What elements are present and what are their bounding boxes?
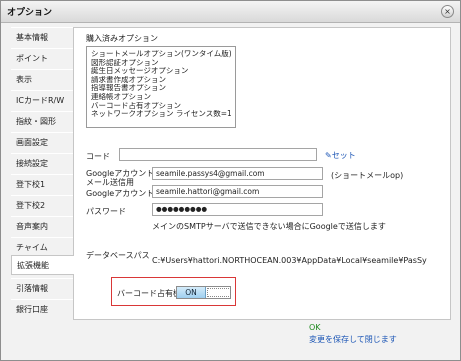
sidebar-item-basic-info[interactable]: 基本情報 xyxy=(11,27,73,47)
password-input[interactable]: ●●●●●●●●● xyxy=(152,203,323,216)
title-bar: オプション × xyxy=(1,1,460,23)
code-input[interactable] xyxy=(119,148,317,161)
edit-icon: ✎ xyxy=(325,151,332,160)
ok-button[interactable]: OK xyxy=(309,323,321,332)
set-button-label: セット xyxy=(331,151,356,160)
toggle-off-area[interactable] xyxy=(207,288,231,297)
sidebar-item-fingerprint[interactable]: 指紋・図形 xyxy=(11,111,73,131)
sidebar-item-points[interactable]: ポイント xyxy=(11,48,73,68)
sidebar-item-attendance-2[interactable]: 登下校2 xyxy=(11,195,73,215)
set-button[interactable]: ✎セット xyxy=(325,150,356,161)
smtp-note: メインのSMTPサーバで送信できない場合にGoogleで送信します xyxy=(152,222,386,231)
extensions-panel: 購入済みオプション ショートメールオプション(ワンタイム版) 図形認証オプション… xyxy=(73,27,451,320)
list-item[interactable]: 指導報告書オプション xyxy=(91,84,231,93)
sidebar-item-display[interactable]: 表示 xyxy=(11,69,73,89)
list-item[interactable]: バーコード占有オプション xyxy=(91,102,231,111)
sidebar-item-connection[interactable]: 接続設定 xyxy=(11,153,73,173)
close-icon[interactable]: × xyxy=(441,5,454,18)
ok-button-description[interactable]: 変更を保存して閉じます xyxy=(309,334,397,345)
sidebar-item-debit-info[interactable]: 引落情報 xyxy=(11,278,73,298)
barcode-highlight-box: バーコード占有機能 ON xyxy=(111,277,236,306)
barcode-toggle[interactable]: ON xyxy=(176,286,231,299)
list-item[interactable]: 連絡帳オプション xyxy=(91,93,231,102)
list-item[interactable]: ネットワークオプション ライセンス数=1 xyxy=(91,110,231,119)
list-item[interactable]: 請求書作成オプション xyxy=(91,76,231,85)
password-label: パスワード xyxy=(86,207,126,216)
toggle-on-label: ON xyxy=(177,287,206,298)
sidebar-item-screen-settings[interactable]: 画面設定 xyxy=(11,132,73,152)
db-path-label: データベースパス xyxy=(86,251,150,260)
sidebar-item-chime[interactable]: チャイム xyxy=(11,237,73,257)
google-account-input[interactable]: seamile.hattori@gmail.com xyxy=(152,185,323,198)
list-item[interactable]: 図形認証オプション xyxy=(91,59,231,68)
window-title: オプション xyxy=(7,8,53,18)
sidebar-item-voice-guide[interactable]: 音声案内 xyxy=(11,216,73,236)
google-mail-note: (ショートメールop) xyxy=(331,171,404,180)
code-label: コード xyxy=(86,152,110,161)
sidebar-item-extensions[interactable]: 拡張機能 xyxy=(11,255,74,275)
list-item[interactable]: 誕生日メッセージオプション xyxy=(91,67,231,76)
google-mail-input[interactable]: seamile.passys4@gmail.com xyxy=(152,167,323,180)
sidebar-item-ic-card[interactable]: ICカードR/W xyxy=(11,90,73,110)
db-path-value: C:¥Users¥hattori.NORTHOCEAN.003¥AppData¥… xyxy=(152,256,427,265)
purchased-options-label: 購入済みオプション xyxy=(86,34,158,43)
sidebar-item-attendance-1[interactable]: 登下校1 xyxy=(11,174,73,194)
list-item[interactable]: ショートメールオプション(ワンタイム版) xyxy=(91,50,231,59)
purchased-options-list[interactable]: ショートメールオプション(ワンタイム版) 図形認証オプション 誕生日メッセージオ… xyxy=(86,46,236,128)
google-mail-sublabel: メール送信用 xyxy=(86,178,134,187)
sidebar-item-bank-account[interactable]: 銀行口座 xyxy=(11,299,73,319)
google-account-label: Googleアカウント xyxy=(86,189,155,198)
options-window: オプション × 基本情報 ポイント 表示 ICカードR/W 指紋・図形 画面設定… xyxy=(0,0,461,361)
sidebar: 基本情報 ポイント 表示 ICカードR/W 指紋・図形 画面設定 接続設定 登下… xyxy=(11,27,74,341)
